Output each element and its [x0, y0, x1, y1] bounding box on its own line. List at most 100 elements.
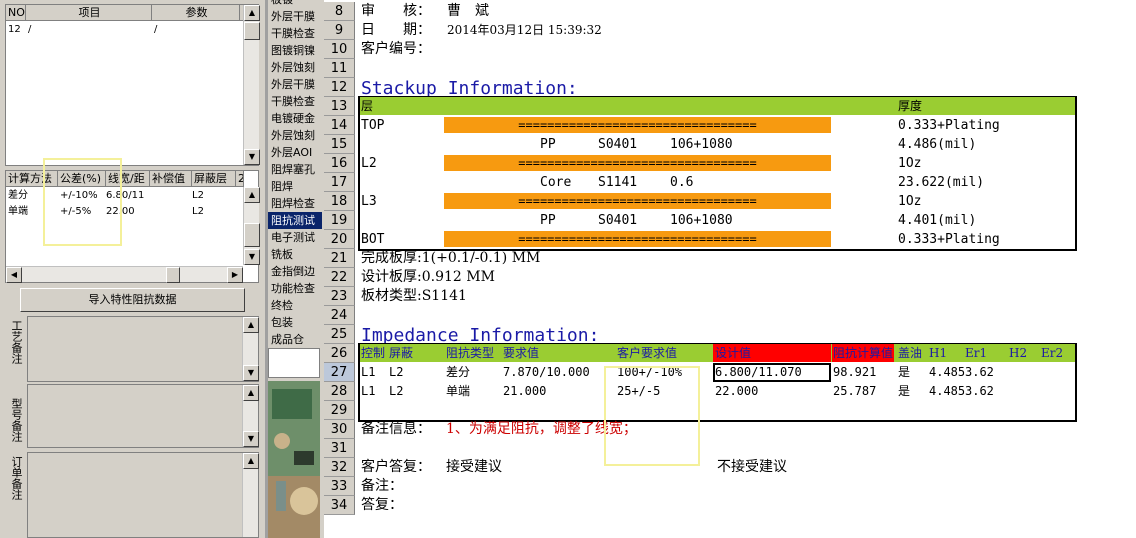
grid-cell-param[interactable]: / — [154, 23, 157, 37]
memo-scrollbar[interactable]: ▲ ▼ — [242, 385, 259, 447]
grid-cell-item[interactable]: / — [28, 23, 31, 37]
row-header[interactable]: 21 — [324, 249, 355, 268]
row-header[interactable]: 32 — [324, 458, 355, 477]
scroll-thumb[interactable] — [244, 223, 260, 247]
impedance-cell-req[interactable]: 7.870/10.000 — [503, 363, 590, 382]
row-header[interactable]: 9 — [324, 21, 355, 40]
scroll-thumb[interactable] — [244, 22, 260, 40]
scroll-up-icon[interactable]: ▲ — [244, 187, 260, 203]
model-memo[interactable]: ▲ ▼ — [27, 384, 259, 448]
row-header[interactable]: 14 — [324, 116, 355, 135]
process-item[interactable]: 成品仓 — [268, 331, 322, 348]
parameter-grid[interactable]: NO 项目 参数 12 / / ▲ ▼ — [5, 4, 260, 166]
impedance-header[interactable]: 设计值 — [715, 344, 751, 363]
impedance-cell-ink[interactable]: 是 — [898, 382, 910, 401]
impedance-cell-shield[interactable]: L2 — [389, 382, 403, 401]
impedance-cell-shield[interactable]: L2 — [389, 363, 403, 382]
row-header[interactable]: 23 — [324, 287, 355, 306]
process-item[interactable]: 包装 — [268, 314, 322, 331]
scroll-down-icon[interactable]: ▼ — [243, 431, 259, 447]
scroll-up-icon[interactable]: ▲ — [244, 5, 260, 21]
impedance-header[interactable]: H1 — [929, 344, 947, 363]
process-item[interactable]: 干膜检查 — [268, 25, 322, 42]
process-item[interactable]: 阻焊 — [268, 178, 322, 195]
impedance-header[interactable]: 要求值 — [503, 344, 539, 363]
calc-vertical-scrollbar[interactable]: ▲ ▼ — [243, 187, 260, 265]
row-header[interactable]: 27 — [324, 363, 355, 382]
calc-header-shield[interactable]: 屏蔽层 — [192, 171, 236, 187]
impedance-header[interactable]: 阻抗类型 — [446, 344, 494, 363]
row-header[interactable]: 11 — [324, 59, 355, 78]
reply-accept[interactable]: 接受建议 — [446, 458, 502, 477]
process-item[interactable]: 外层AOI — [268, 144, 322, 161]
impedance-cell-calc[interactable]: 25.787 — [833, 382, 876, 401]
row-header[interactable]: 16 — [324, 154, 355, 173]
report-sheet[interactable]: 8 9 10 11 12 13 14 15 16 17 18 19 20 21 22 23 24 25 26 27 28… — [324, 0, 1136, 538]
grid-header-param[interactable]: 参数 — [152, 5, 240, 21]
calc-horizontal-scrollbar[interactable]: ◀ ▶ — [6, 266, 243, 283]
memo-scrollbar[interactable]: ▲ ▼ — [242, 317, 259, 381]
impedance-cell-type[interactable]: 单端 — [446, 382, 470, 401]
impedance-cell-type[interactable]: 差分 — [446, 363, 470, 382]
process-item[interactable]: 电子测试 — [268, 229, 322, 246]
process-item[interactable]: 外层蚀刻 — [268, 127, 322, 144]
process-item[interactable]: 终检 — [268, 297, 322, 314]
process-memo[interactable]: ▲ ▼ — [27, 316, 259, 382]
row-header[interactable]: 30 — [324, 420, 355, 439]
row-header[interactable]: 29 — [324, 401, 355, 420]
import-impedance-button[interactable]: 导入特性阻抗数据 — [20, 288, 245, 312]
reply-reject[interactable]: 不接受建议 — [717, 458, 787, 477]
impedance-header[interactable]: Er2 — [1041, 344, 1063, 363]
grid-cell-no[interactable]: 12 — [8, 23, 21, 37]
process-item[interactable]: 铣板 — [268, 246, 322, 263]
impedance-cell-er1[interactable]: 3.62 — [965, 382, 994, 401]
process-item[interactable]: 外层蚀刻 — [268, 59, 322, 76]
calc-cell-shield[interactable]: L2 — [192, 189, 204, 203]
row-header[interactable]: 24 — [324, 306, 355, 325]
row-header[interactable]: 18 — [324, 192, 355, 211]
scroll-down-icon[interactable]: ▼ — [244, 249, 260, 265]
row-header[interactable]: 17 — [324, 173, 355, 192]
impedance-header[interactable]: 阻抗计算值 — [833, 344, 893, 363]
process-item[interactable]: 阻焊检查 — [268, 195, 322, 212]
scroll-down-icon[interactable]: ▼ — [244, 149, 260, 165]
impedance-cell-calc[interactable]: 98.921 — [833, 363, 876, 382]
grid-header-item[interactable]: 项目 — [26, 5, 152, 21]
row-header[interactable]: 22 — [324, 268, 355, 287]
scroll-left-icon[interactable]: ◀ — [6, 267, 22, 283]
row-header[interactable]: 15 — [324, 135, 355, 154]
impedance-cell-req[interactable]: 21.000 — [503, 382, 546, 401]
impedance-cell-h1[interactable]: 4.485 — [929, 382, 965, 401]
impedance-header[interactable]: 盖油 — [898, 344, 922, 363]
order-memo[interactable]: ▲ — [27, 452, 259, 538]
process-item[interactable]: 干膜检查 — [268, 93, 322, 110]
scroll-down-icon[interactable]: ▼ — [243, 365, 259, 381]
process-item[interactable]: 阻抗测试 — [268, 212, 322, 229]
process-item[interactable]: 板镀 — [268, 0, 322, 8]
impedance-cell-ink[interactable]: 是 — [898, 363, 910, 382]
row-header[interactable]: 13 — [324, 97, 355, 116]
scroll-right-icon[interactable]: ▶ — [227, 267, 243, 283]
process-item[interactable]: 外层干膜 — [268, 76, 322, 93]
impedance-header[interactable]: 控制 — [361, 344, 385, 363]
scroll-up-icon[interactable]: ▲ — [243, 317, 259, 333]
row-header[interactable]: 10 — [324, 40, 355, 59]
row-header[interactable]: 12 — [324, 78, 355, 97]
row-header[interactable]: 26 — [324, 344, 355, 363]
impedance-cell-er1[interactable]: 3.62 — [965, 363, 994, 382]
row-header[interactable]: 19 — [324, 211, 355, 230]
impedance-cell-ctrl[interactable]: L1 — [361, 382, 375, 401]
process-item[interactable]: 金指倒边 — [268, 263, 322, 280]
row-header[interactable]: 25 — [324, 325, 355, 344]
preview-input[interactable] — [268, 348, 320, 378]
impedance-header[interactable]: H2 — [1009, 344, 1027, 363]
row-header[interactable]: 33 — [324, 477, 355, 496]
row-header[interactable]: 34 — [324, 496, 355, 515]
memo-scrollbar[interactable]: ▲ — [242, 453, 259, 537]
process-item[interactable]: 功能检查 — [268, 280, 322, 297]
calc-cell-method[interactable]: 单端 — [8, 205, 28, 219]
impedance-header[interactable]: 屏蔽 — [389, 344, 413, 363]
calc-cell-shield[interactable]: L2 — [192, 205, 204, 219]
row-header[interactable]: 28 — [324, 382, 355, 401]
scroll-thumb[interactable] — [166, 267, 180, 283]
